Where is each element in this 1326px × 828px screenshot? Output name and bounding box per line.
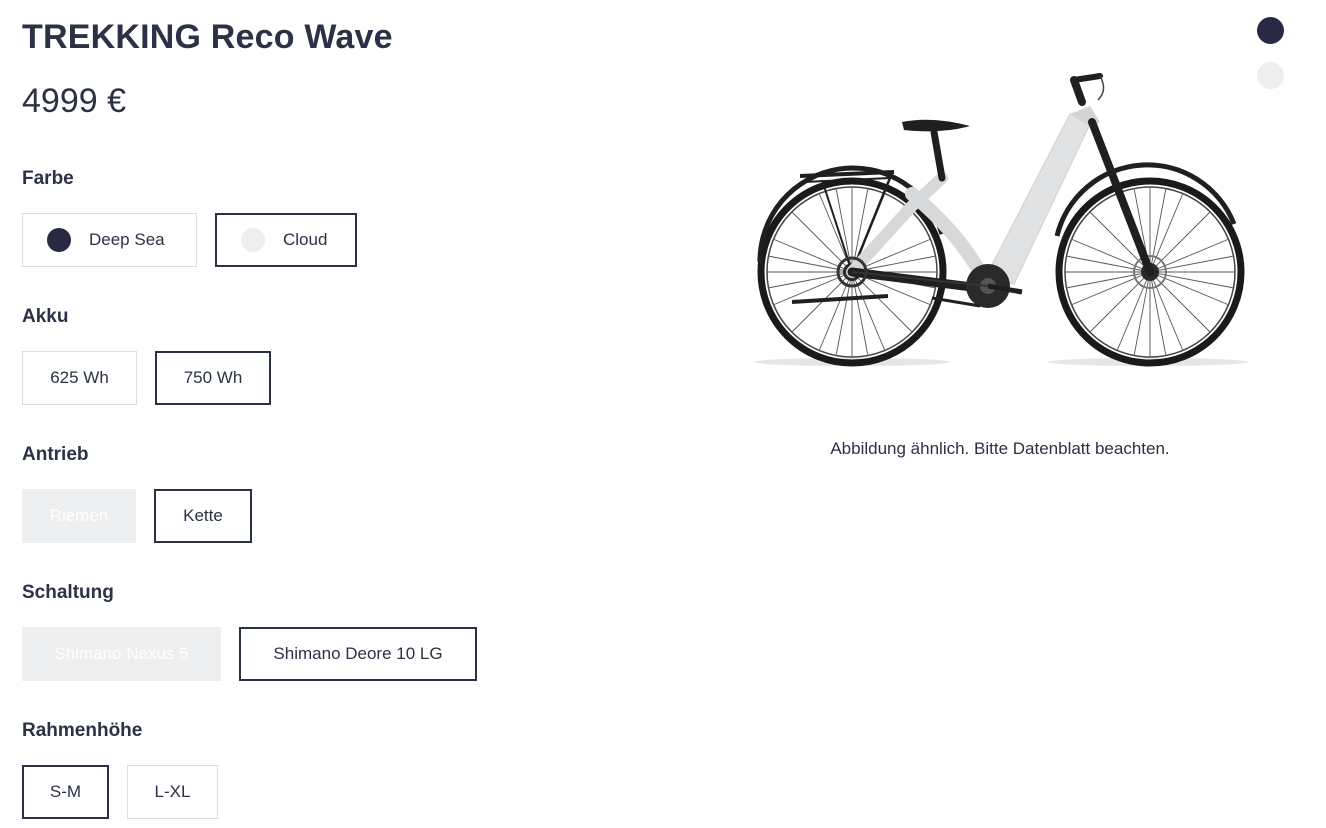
gears-option-nexus: Shimano Nexus 5 [22, 627, 221, 681]
color-option-label: Deep Sea [89, 230, 165, 249]
swatch-cloud-icon [241, 228, 265, 252]
drive-option-label: Kette [183, 506, 223, 525]
frame-option-s-m[interactable]: S-M [22, 765, 109, 819]
swatch-deep-sea-icon [47, 228, 71, 252]
product-title: TREKKING Reco Wave [22, 18, 393, 56]
gears-option-deore[interactable]: Shimano Deore 10 LG [239, 627, 477, 681]
image-caption: Abbildung ähnlich. Bitte Datenblatt beac… [830, 439, 1170, 458]
drive-option-riemen: Riemen [22, 489, 136, 543]
color-option-label: Cloud [283, 230, 328, 249]
gallery-dot-cloud[interactable] [1257, 62, 1284, 89]
battery-option-750[interactable]: 750 Wh [155, 351, 271, 405]
product-price: 4999 € [22, 82, 126, 120]
battery-section-label: Akku [22, 306, 69, 327]
gallery-dot-deep-sea[interactable] [1257, 17, 1284, 44]
battery-option-label: 625 Wh [50, 368, 109, 387]
gears-option-label: Shimano Deore 10 LG [273, 644, 443, 663]
drive-option-kette[interactable]: Kette [154, 489, 252, 543]
frame-section-label: Rahmenhöhe [22, 720, 143, 741]
battery-option-label: 750 Wh [183, 368, 243, 387]
e-bike-icon [754, 73, 1248, 367]
color-section-label: Farbe [22, 168, 74, 189]
frame-option-label: S-M [49, 782, 82, 801]
color-option-deep-sea[interactable]: Deep Sea [22, 213, 197, 267]
frame-option-l-xl[interactable]: L-XL [127, 765, 218, 819]
battery-option-625[interactable]: 625 Wh [22, 351, 137, 405]
color-option-cloud[interactable]: Cloud [215, 213, 357, 267]
frame-option-label: L-XL [154, 782, 191, 801]
drive-option-label: Riemen [49, 506, 109, 525]
drive-section-label: Antrieb [22, 444, 89, 465]
gears-section-label: Schaltung [22, 582, 114, 603]
gears-option-label: Shimano Nexus 5 [54, 644, 189, 663]
